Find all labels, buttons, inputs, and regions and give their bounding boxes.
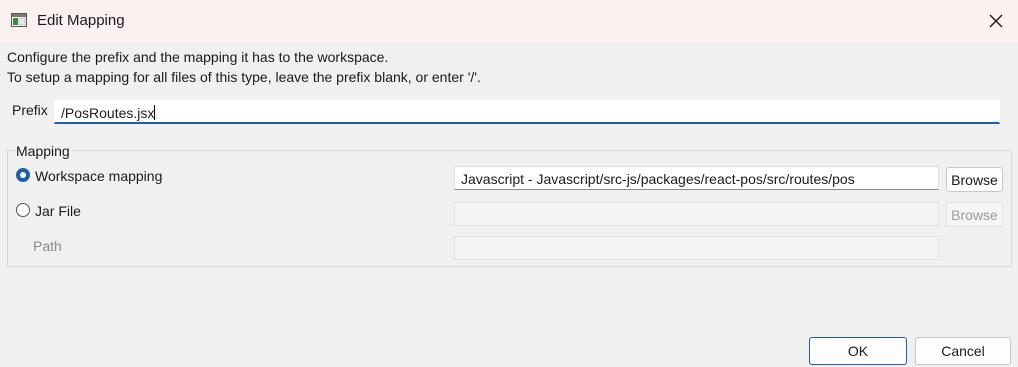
workspace-mapping-field[interactable]: Javascript - Javascript/src-js/packages/… [454, 166, 939, 190]
path-label: Path [33, 238, 62, 254]
window-icon [11, 13, 27, 27]
jar-file-radio[interactable] [16, 203, 30, 217]
ok-button[interactable]: OK [809, 337, 907, 365]
text-caret [154, 105, 156, 120]
description-line-2: To setup a mapping for all files of this… [7, 69, 481, 85]
window-title: Edit Mapping [37, 12, 125, 29]
prefix-input[interactable]: /PosRoutes.jsx [54, 100, 1000, 124]
jar-file-label[interactable]: Jar File [35, 203, 81, 219]
cancel-button[interactable]: Cancel [915, 337, 1011, 365]
prefix-value: /PosRoutes.jsx [61, 105, 155, 121]
close-icon [989, 14, 1003, 31]
jar-browse-button[interactable]: Browse [946, 202, 1003, 227]
path-field[interactable] [454, 236, 939, 260]
close-button[interactable] [983, 10, 1009, 34]
description-line-1: Configure the prefix and the mapping it … [7, 49, 389, 65]
mapping-group-label: Mapping [16, 143, 72, 159]
jar-file-field[interactable] [454, 202, 939, 226]
workspace-mapping-radio[interactable] [16, 168, 30, 182]
workspace-browse-button[interactable]: Browse [946, 167, 1003, 192]
workspace-mapping-label[interactable]: Workspace mapping [35, 168, 162, 184]
prefix-label: Prefix [12, 102, 48, 118]
title-bar: Edit Mapping [0, 0, 1018, 43]
